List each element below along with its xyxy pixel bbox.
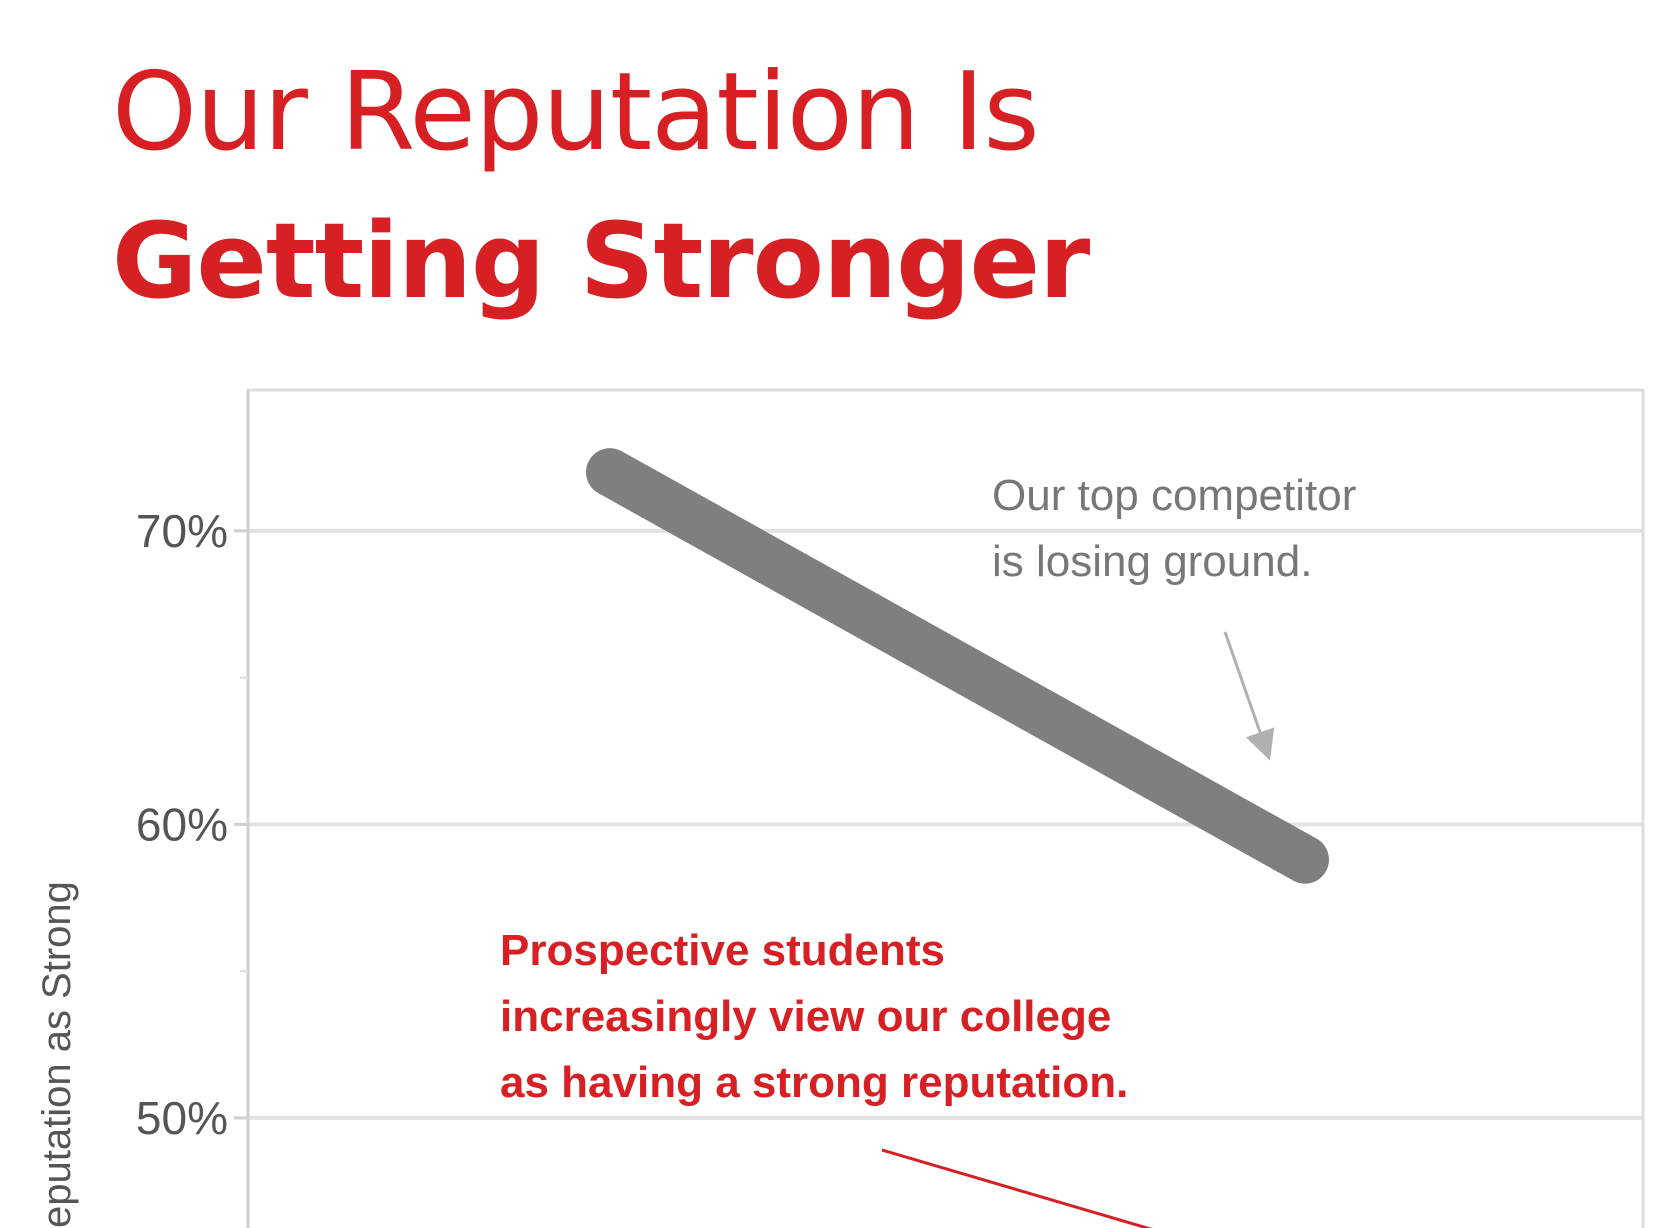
y-axis-label: eputation as Strong: [35, 881, 79, 1228]
line-chart: 50% 60% 70% eputation as Strong Our top co…: [35, 388, 1645, 1228]
competitor-annotation-line-1: Our top competitor: [992, 471, 1356, 520]
college-annotation-line-1: Prospective students: [500, 926, 945, 975]
competitor-arrow: [1223, 631, 1275, 761]
college-annotation-line-3: as having a strong reputation.: [500, 1058, 1128, 1107]
competitor-annotation-line-2: is losing ground.: [992, 537, 1312, 586]
y-tick-label-60: 60%: [136, 798, 228, 850]
y-axis-ticks: 50% 60% 70%: [136, 505, 248, 1144]
chart-slide: Our Reputation Is Getting Stronger 50% 60…: [0, 0, 1670, 1228]
college-annotation-line-2: increasingly view our college: [500, 992, 1111, 1041]
college-arrow: [881, 1148, 1153, 1228]
competitor-annotation: Our top competitor is losing ground.: [992, 471, 1369, 586]
y-tick-label-70: 70%: [136, 505, 228, 557]
y-tick-label-50: 50%: [136, 1092, 228, 1144]
college-annotation: Prospective students increasingly view o…: [500, 926, 1128, 1107]
